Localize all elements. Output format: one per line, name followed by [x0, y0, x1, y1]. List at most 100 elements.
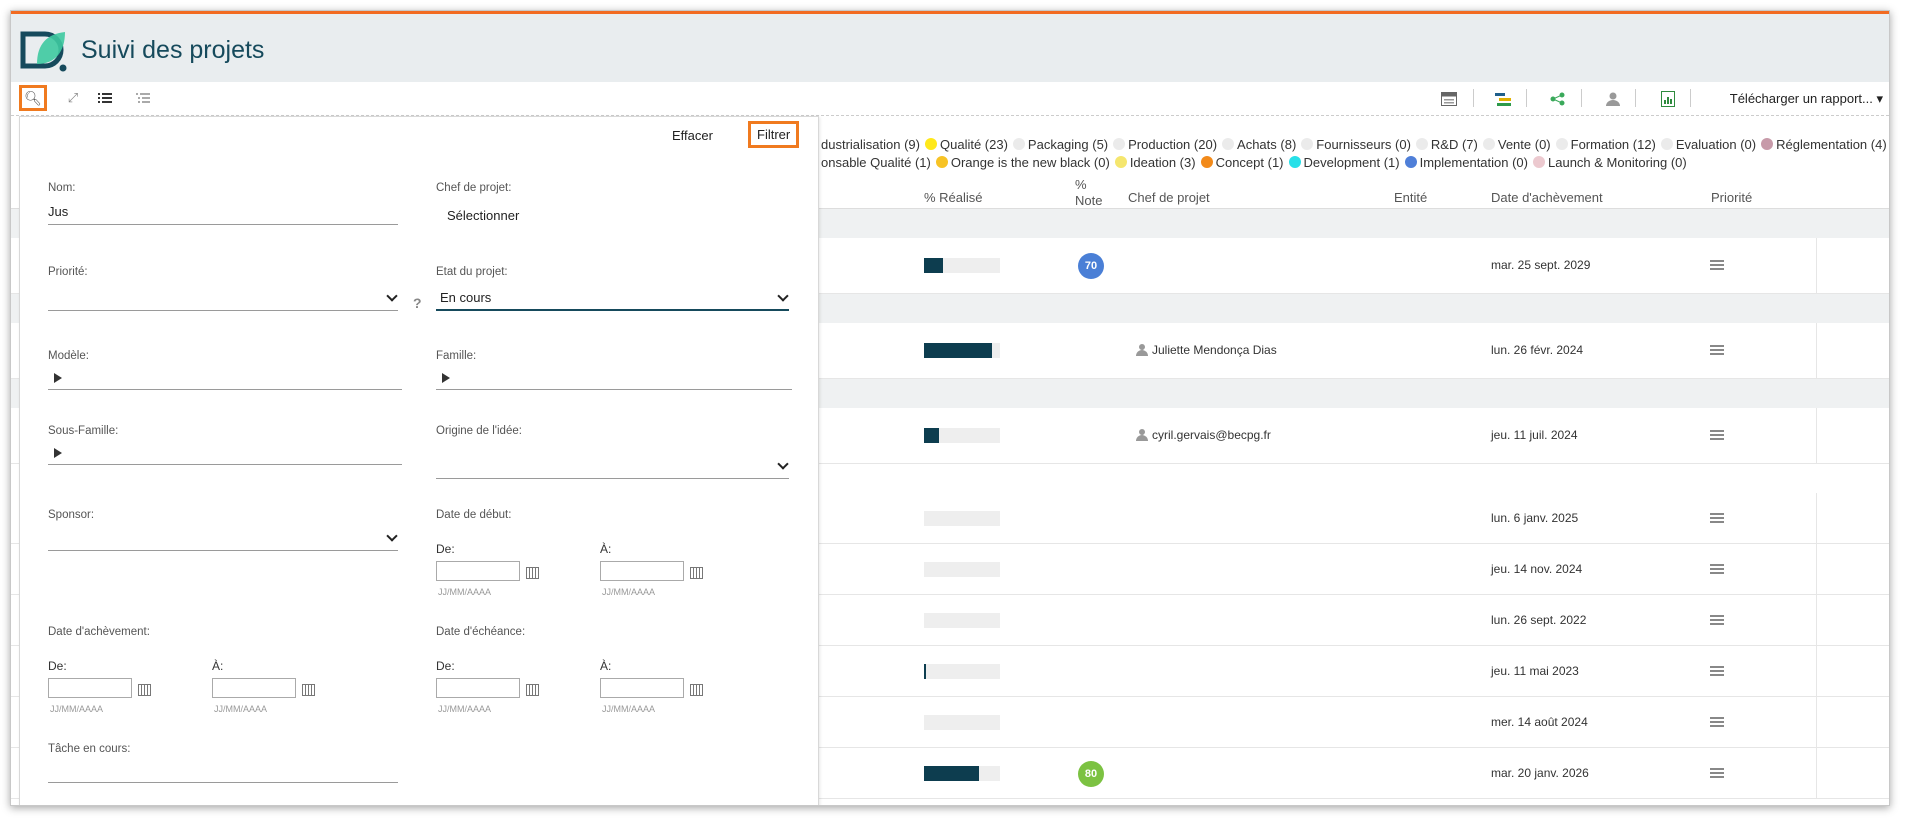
legend-label: Evaluation (0) — [1675, 136, 1757, 152]
calendar-icon[interactable] — [138, 684, 151, 696]
legend-label: Implementation (0) — [1419, 154, 1528, 170]
legend-item[interactable]: Packaging (5) — [1012, 136, 1109, 152]
priority-icon — [1710, 768, 1724, 778]
legend-item[interactable]: onsable Qualité (1) — [821, 155, 931, 170]
legend-item[interactable]: Achats (8) — [1222, 137, 1296, 152]
legend-item[interactable]: Ideation (3) — [1114, 155, 1196, 170]
chevron-down-icon — [777, 290, 789, 302]
achevement-de-label: De: — [48, 659, 67, 673]
legend-dot-icon — [1222, 138, 1235, 150]
legend-label: R&D (7) — [1430, 136, 1478, 152]
priority-icon — [1710, 564, 1724, 574]
gantt-icon — [1495, 93, 1511, 106]
sous-famille-tree-picker[interactable] — [48, 441, 402, 465]
header: Suivi des projets — [11, 14, 1889, 82]
date-achevement-cell: lun. 26 févr. 2024 — [1491, 343, 1584, 357]
date-echeance-label: Date d'échéance: — [436, 626, 526, 638]
expand-button[interactable]: ⤢ — [59, 85, 87, 111]
legend-item[interactable]: Fournisseurs (0) — [1301, 137, 1411, 152]
modele-tree-picker[interactable] — [48, 366, 402, 390]
download-report-dropdown[interactable]: Télécharger un rapport... ▾ — [1730, 91, 1883, 107]
tache-label: Tâche en cours: — [48, 743, 131, 755]
progress-bar — [924, 613, 1000, 628]
legend-item[interactable]: Réglementation (4) — [1761, 137, 1887, 152]
date-achevement-cell: lun. 6 janv. 2025 — [1491, 511, 1579, 525]
list-view-button[interactable] — [91, 85, 119, 111]
date-debut-label: Date de début: — [436, 509, 512, 521]
list-icon — [98, 93, 112, 103]
legend-item[interactable]: dustrialisation (9) — [821, 137, 920, 152]
legend-item[interactable]: Development (1) — [1288, 154, 1400, 170]
priorite-label: Priorité: — [48, 266, 88, 278]
echeance-a-input[interactable] — [600, 678, 684, 698]
achevement-a-input[interactable] — [212, 678, 296, 698]
origine-select[interactable] — [436, 455, 789, 479]
chef-projet-cell[interactable]: cyril.gervais@becpg.fr — [1136, 428, 1271, 442]
legend-label: Packaging (5) — [1027, 136, 1109, 152]
progress-bar — [924, 343, 1000, 358]
user-view-button[interactable] — [1603, 89, 1623, 109]
note-badge: 80 — [1078, 761, 1104, 787]
legend-item[interactable]: Launch & Monitoring (0) — [1533, 155, 1687, 170]
date-achevement-label: Date d'achèvement: — [48, 626, 150, 638]
debut-a-input[interactable] — [600, 561, 684, 581]
gantt-view-button[interactable] — [1439, 89, 1459, 109]
famille-tree-picker[interactable] — [436, 366, 792, 390]
legend-item[interactable]: Implementation (0) — [1404, 154, 1528, 170]
calendar-icon[interactable] — [302, 684, 315, 696]
apply-filter-button[interactable]: Filtrer — [748, 121, 800, 148]
legend-item[interactable]: R&D (7) — [1415, 136, 1478, 152]
priorite-select[interactable] — [48, 287, 398, 311]
legend-dot-icon — [925, 138, 937, 150]
header-note[interactable]: Note — [1075, 193, 1102, 208]
calendar-icon[interactable] — [690, 684, 703, 696]
nom-input[interactable]: Jus — [48, 201, 398, 225]
sponsor-select[interactable] — [48, 527, 398, 551]
help-icon[interactable]: ? — [413, 295, 422, 311]
header-chef-projet[interactable]: Chef de projet — [1128, 190, 1210, 205]
achevement-de-input[interactable] — [48, 678, 132, 698]
nom-label: Nom: — [48, 182, 76, 194]
legend-item[interactable]: Evaluation (0) — [1660, 136, 1757, 152]
legend-item[interactable]: Formation (12) — [1555, 137, 1656, 152]
legend-label: Qualité (23) — [940, 136, 1008, 152]
legend-label: Orange is the new black (0) — [950, 154, 1110, 170]
legend-label: onsable Qualité (1) — [821, 154, 931, 170]
legend-label: Launch & Monitoring (0) — [1548, 154, 1687, 170]
export-excel-button[interactable] — [1658, 89, 1678, 109]
calendar-icon[interactable] — [690, 567, 703, 579]
chef-projet-select-button[interactable]: Sélectionner — [447, 208, 519, 223]
header-entite[interactable]: Entité — [1394, 190, 1427, 205]
spreadsheet-icon — [1661, 91, 1675, 107]
header-realise[interactable]: % Réalisé — [924, 190, 983, 205]
debut-de-hint: JJ/MM/AAAA — [438, 587, 492, 597]
caret-right-icon — [54, 373, 62, 383]
network-icon — [1550, 92, 1565, 106]
tree-view-button[interactable] — [129, 85, 157, 111]
header-date-achevement[interactable]: Date d'achèvement — [1491, 190, 1603, 205]
graph-view-button[interactable] — [1548, 89, 1568, 109]
clear-filter-button[interactable]: Effacer — [672, 128, 713, 143]
calendar-icon[interactable] — [526, 567, 539, 579]
debut-de-input[interactable] — [436, 561, 520, 581]
legend-dot-icon — [1660, 138, 1673, 150]
search-toggle-button[interactable]: 🔍︎ — [19, 85, 47, 111]
etat-select[interactable]: En cours — [436, 287, 789, 311]
tache-input[interactable] — [48, 759, 398, 783]
legend-item[interactable]: Production (20) — [1113, 137, 1217, 152]
calendar-icon[interactable] — [526, 684, 539, 696]
legend-label: Concept (1) — [1215, 154, 1284, 170]
legend-item[interactable]: Concept (1) — [1200, 154, 1284, 170]
header-note-percent: % — [1075, 177, 1087, 192]
header-priorite[interactable]: Priorité — [1711, 190, 1752, 205]
chevron-down-icon — [386, 290, 398, 302]
legend-item[interactable]: Vente (0) — [1482, 137, 1551, 152]
chef-projet-cell[interactable]: Juliette Mendonça Dias — [1136, 343, 1277, 357]
priority-icon — [1710, 260, 1724, 270]
debut-a-label: À: — [600, 542, 612, 556]
legend-label: Development (1) — [1303, 154, 1400, 170]
echeance-de-input[interactable] — [436, 678, 520, 698]
legend-item[interactable]: Orange is the new black (0) — [935, 154, 1110, 170]
legend-item[interactable]: Qualité (23) — [925, 137, 1008, 152]
planning-view-button[interactable] — [1494, 89, 1514, 109]
